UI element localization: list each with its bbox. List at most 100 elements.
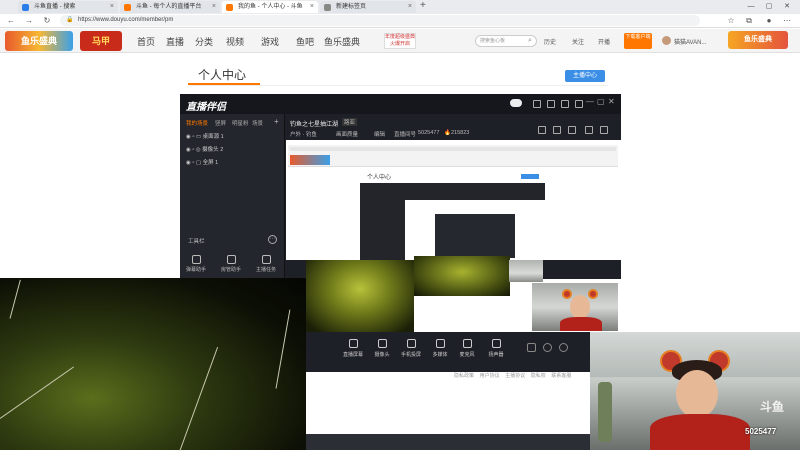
streamer-center-button[interactable]: 主播中心	[565, 70, 605, 82]
footer-link[interactable]: 用户协议	[480, 373, 500, 379]
bell-icon[interactable]	[585, 126, 593, 134]
speaker-button[interactable]: 扬声器	[483, 339, 509, 358]
tab-scene[interactable]: 场景	[252, 119, 263, 127]
footer-link[interactable]: 隐私政策	[454, 373, 474, 379]
menu-icon[interactable]: ⋯	[782, 15, 792, 26]
maximize-icon[interactable]: ▢	[597, 97, 605, 106]
footer-link[interactable]: 隐私权	[531, 373, 546, 379]
close-icon[interactable]: ×	[408, 1, 412, 13]
forward-icon[interactable]: →	[24, 15, 34, 26]
phone-cast-button[interactable]: 手机投屏	[398, 339, 424, 358]
nav-gala[interactable]: 鱼乐盛典	[324, 35, 360, 48]
collections-icon[interactable]: ⧉	[744, 15, 754, 26]
nav-home[interactable]: 首页	[137, 35, 155, 48]
eye-icon[interactable]: ◉	[186, 147, 191, 153]
streamer-face	[676, 370, 718, 418]
profile-icon[interactable]: ●	[764, 15, 774, 26]
nav-video[interactable]: 视频	[226, 35, 244, 48]
nav-game[interactable]: 游戏	[261, 35, 279, 48]
eye-icon[interactable]: ◉	[186, 134, 191, 140]
more-icon[interactable]: ⋯	[268, 235, 277, 244]
eye-icon[interactable]: ◉	[186, 160, 191, 166]
close-icon[interactable]: ✕	[608, 97, 615, 106]
refresh-icon[interactable]: ↻	[42, 15, 52, 26]
status-icon[interactable]	[543, 343, 552, 352]
history-link[interactable]: 历史	[544, 37, 556, 46]
close-icon[interactable]: ×	[110, 1, 114, 13]
avatar[interactable]	[662, 36, 671, 45]
search-icon[interactable]: ⌕	[528, 37, 532, 45]
tab-label: 斗鱼直播 - 搜索	[34, 4, 76, 10]
gift-icon[interactable]	[538, 126, 546, 134]
nav-category[interactable]: 分类	[195, 35, 213, 48]
back-icon[interactable]: ←	[6, 15, 16, 26]
footer-link[interactable]: 联系客服	[551, 373, 571, 379]
microphone-button[interactable]: 麦克风	[454, 339, 480, 358]
camera-source-button[interactable]: 摄像头	[369, 339, 395, 358]
maximize-icon[interactable]: ▢	[762, 1, 776, 13]
lock-icon[interactable]: ▫	[192, 147, 194, 153]
tab-douyu-home[interactable]: 斗鱼 - 每个人的直播平台 ×	[120, 1, 220, 13]
close-icon[interactable]: ×	[310, 1, 314, 13]
tab-my-scene[interactable]: 我的场景	[186, 119, 208, 127]
nested-page-title: 个人中心	[367, 175, 392, 181]
event-logo[interactable]: 马甲	[80, 31, 122, 51]
close-window-icon[interactable]: ✕	[780, 1, 794, 13]
search-favicon-icon	[22, 4, 29, 11]
share-icon[interactable]	[600, 126, 608, 134]
minimize-icon[interactable]: —	[586, 97, 594, 106]
layout-icon[interactable]	[547, 100, 555, 108]
tab-personal-center[interactable]: 我的鱼 - 个人中心 - 斗鱼 ×	[222, 1, 318, 13]
tab-vertical[interactable]: 竖屏	[215, 119, 226, 127]
record-icon[interactable]	[527, 343, 536, 352]
toggle-icon[interactable]	[510, 99, 522, 107]
edit-button[interactable]: 编辑	[374, 130, 385, 138]
monitor-icon: ▭	[195, 134, 202, 140]
favorites-icon[interactable]: ☆	[726, 15, 736, 26]
follow-link[interactable]: 关注	[572, 37, 584, 46]
username[interactable]: 猫猫AVAN...	[674, 37, 706, 46]
nav-live[interactable]: 直播	[166, 35, 184, 48]
minimize-icon[interactable]: —	[744, 1, 758, 13]
room-tag[interactable]: 路亚	[342, 118, 358, 126]
horn-icon	[588, 289, 598, 299]
message-icon[interactable]	[533, 100, 541, 108]
tab-star-fans[interactable]: 明星粉	[232, 119, 249, 127]
screen-source-button[interactable]: 直播屏幕	[340, 339, 366, 358]
app-logo: 直播伴侣	[186, 102, 226, 113]
start-live-link[interactable]: 开播	[598, 37, 610, 46]
microphone-icon	[462, 339, 472, 348]
lock-icon[interactable]	[553, 126, 561, 134]
tab-new[interactable]: 新建标签页 ×	[320, 1, 416, 13]
category-select[interactable]: 户外 · 钓鱼	[290, 130, 317, 138]
add-scene-icon[interactable]: +	[274, 117, 279, 126]
source-row[interactable]: ◉ ▫ ▢ 全屏 1	[186, 159, 218, 168]
media-source-button[interactable]: 多媒体	[427, 339, 453, 358]
tool-label: 直播屏幕	[342, 352, 363, 358]
nav-fishbar[interactable]: 鱼吧	[296, 35, 314, 48]
room-admin-button[interactable]: 房管助手	[220, 255, 242, 273]
settings-icon[interactable]	[561, 100, 569, 108]
room-title[interactable]: 钓鱼之七星抽江湖	[290, 119, 338, 128]
quality-select[interactable]: 画面质量	[336, 130, 358, 138]
skin-icon[interactable]	[575, 100, 583, 108]
new-tab-button[interactable]: +	[420, 0, 426, 11]
download-client-button[interactable]: 下载客户端	[624, 33, 652, 49]
tab-search[interactable]: 斗鱼直播 - 搜索 ×	[18, 1, 118, 13]
gala-banner[interactable]: 鱼乐盛典	[728, 31, 788, 49]
address-bar[interactable]: 🔒 https://www.douyu.com/member/pm	[60, 15, 700, 26]
lock-icon[interactable]: ▫	[192, 160, 194, 166]
mail-icon[interactable]	[568, 126, 576, 134]
danmu-helper-button[interactable]: 弹幕助手	[185, 255, 207, 273]
source-row[interactable]: ◉ ▫ ▭ 桌面源 1	[186, 133, 224, 142]
gear-icon[interactable]	[559, 343, 568, 352]
source-row[interactable]: ◉ ▫ ◎ 摄像头 2	[186, 146, 223, 155]
lock-icon[interactable]: ▫	[192, 134, 194, 140]
promo-badge[interactable]: 年度超级盛典 火爆开启	[384, 33, 416, 49]
douyu-favicon-icon	[124, 4, 131, 11]
site-logo[interactable]: 鱼乐盛典	[5, 31, 73, 51]
footer-link[interactable]: 主播协议	[505, 373, 525, 379]
close-icon[interactable]: ×	[212, 1, 216, 13]
toolbar-label: 工具栏	[188, 239, 205, 245]
streamer-task-button[interactable]: 主播任务	[255, 255, 277, 273]
